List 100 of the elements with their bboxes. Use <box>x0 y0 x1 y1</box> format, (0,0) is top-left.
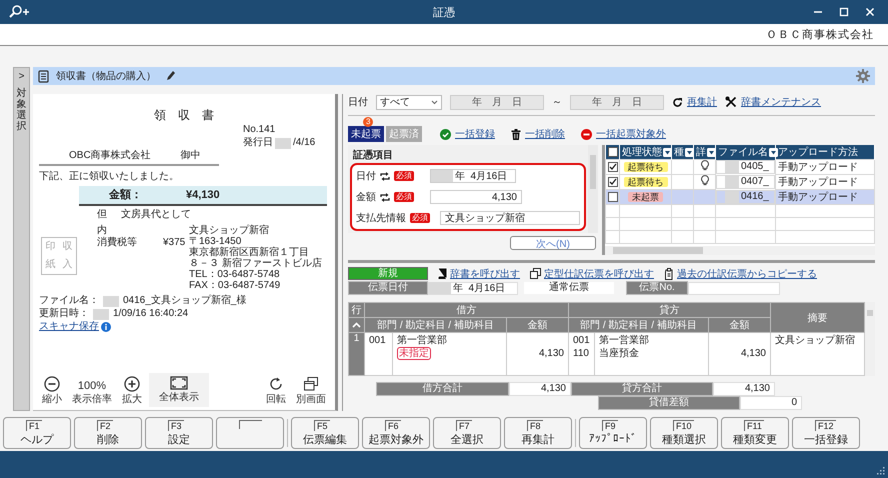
column-header: 部門 / 勘定科目 / 補助科目 <box>364 318 506 332</box>
column-header: 金額 <box>708 318 770 332</box>
pen-icon[interactable] <box>166 70 176 82</box>
date-from-field[interactable]: 年 月 日 <box>450 94 544 110</box>
file-name: 0416_文具ショップ新宿_様 <box>123 295 246 307</box>
status-tab[interactable]: 未起票 <box>348 126 384 142</box>
required-badge: 必須 <box>410 213 430 223</box>
zoom-in-button[interactable]: 拡大 <box>119 375 145 407</box>
row-number: 1 <box>348 332 364 376</box>
settings-icon[interactable] <box>856 69 870 83</box>
masked-area <box>93 308 109 320</box>
bulk-action-link[interactable]: 一括起票対象外 <box>581 127 666 141</box>
minimize-icon <box>814 11 822 13</box>
zoom-level: 100% <box>78 380 106 392</box>
note-prefix: 但 <box>97 209 107 221</box>
scrollbar[interactable] <box>605 246 875 255</box>
status-tag: 起票待ち <box>624 176 668 186</box>
swap-arrows-icon[interactable] <box>380 192 390 202</box>
issue-date-label: 発行日 <box>243 137 273 149</box>
count-badge: 3 <box>363 117 374 127</box>
addressee: OBC商事株式会社 <box>69 150 151 162</box>
issuer-line: 東京都新宿区西新宿１丁目 <box>189 247 310 258</box>
bulk-action-link[interactable]: 一括登録 <box>440 127 495 141</box>
issuer-line: TEL：03-6487-5748 <box>189 269 281 280</box>
masked-area <box>429 282 451 294</box>
stamp-character: 入 <box>62 259 72 271</box>
info-icon[interactable] <box>101 322 111 332</box>
breakdown-label: 内 <box>97 225 108 236</box>
side-tab[interactable]: > 対象選択 <box>13 67 30 411</box>
copy-icon <box>530 268 541 279</box>
column-header: 行 <box>348 302 364 318</box>
window-title: 証憑 <box>433 6 455 20</box>
column-header: 摘要 <box>770 302 865 332</box>
checkbox[interactable] <box>608 146 618 157</box>
maximize-icon <box>839 7 849 17</box>
table-cell: 4,130 <box>740 348 766 359</box>
table-cell: 文具ショップ新宿 <box>775 335 855 346</box>
slip-number-field[interactable] <box>688 282 780 294</box>
column-header[interactable]: ファイル名 <box>716 145 776 160</box>
stamp-character: 印 <box>46 241 56 253</box>
chevron-up-icon[interactable] <box>352 322 361 328</box>
field-label: 伝票日付 <box>348 281 428 295</box>
table-cell: 110 <box>573 348 589 359</box>
checkbox[interactable] <box>608 162 618 172</box>
function-key-button[interactable]: F7 全選択 <box>433 417 501 449</box>
column-header[interactable]: アップロード方法 <box>776 145 874 160</box>
caret-icon <box>431 100 438 104</box>
payee-field[interactable]: 文具ショップ新宿 <box>440 211 580 225</box>
function-key-button[interactable]: F9 ｱｯﾌﾟﾛｰﾄﾞ <box>579 417 647 449</box>
next-button[interactable]: 次へ(N) <box>510 236 596 250</box>
period-dropdown[interactable]: すべて <box>376 94 442 110</box>
column-header: 借方 <box>364 302 568 318</box>
column-header[interactable]: 処理状態 <box>620 145 672 160</box>
swap-arrows-icon[interactable] <box>380 172 390 180</box>
filter-dropdown-icon[interactable] <box>769 148 778 157</box>
window-button[interactable]: 別画面 <box>293 375 329 407</box>
column-header: 貸方 <box>568 302 770 318</box>
table-cell: 0416_ <box>741 191 769 202</box>
function-key-button[interactable]: F2 削除 <box>74 417 142 449</box>
checkbox[interactable] <box>608 176 618 187</box>
column-header[interactable] <box>606 145 620 160</box>
close-icon <box>865 7 875 17</box>
function-key-button[interactable]: F3 設定 <box>145 417 213 449</box>
stamp-character: 紙 <box>46 259 56 271</box>
recalculate-link[interactable]: 再集計 <box>672 95 717 109</box>
amount-field[interactable]: 4,130 <box>430 190 522 204</box>
filter-dropdown-icon[interactable] <box>663 148 672 156</box>
rotate-button[interactable]: 回転 <box>263 375 289 407</box>
total-value: 4,130 <box>509 382 571 396</box>
table-cell: 当座預金 <box>599 348 639 359</box>
function-key-button[interactable] <box>216 417 284 449</box>
table-cell: 第一営業部 <box>397 335 447 346</box>
scrollbar[interactable] <box>865 302 875 376</box>
function-key-button[interactable]: F5 伝票編集 <box>291 417 359 449</box>
required-badge: 必須 <box>394 171 414 181</box>
function-key-button[interactable]: F10 種類選択 <box>650 417 718 449</box>
scrollbar[interactable] <box>588 145 598 233</box>
updated-label: 更新日時： <box>39 308 89 320</box>
function-key-button[interactable]: F12 一括登録 <box>792 417 860 449</box>
checkbox[interactable] <box>608 192 618 202</box>
total-label: 借方合計 <box>376 382 509 396</box>
zoom-out-button[interactable]: 縮小 <box>39 375 65 407</box>
date-filter-label: 日付 <box>348 96 368 109</box>
dictionary-maintenance-link[interactable]: 辞書メンテナンス <box>725 95 821 109</box>
function-key-button[interactable]: F6 起票対象外 <box>362 417 430 449</box>
function-key-button[interactable]: F1 ヘルプ <box>3 417 71 449</box>
function-key-button[interactable]: F8 再集計 <box>504 417 572 449</box>
filter-dropdown-icon[interactable] <box>685 148 694 156</box>
scanner-storage-link[interactable]: スキャナ保存 <box>39 321 99 333</box>
status-tag: 未起票 <box>628 192 663 202</box>
search-plus-icon[interactable] <box>8 5 30 19</box>
date-to-field[interactable]: 年 月 日 <box>570 94 664 110</box>
resize-grip-icon[interactable] <box>877 467 885 475</box>
function-key-button[interactable]: F11 種類変更 <box>721 417 789 449</box>
bulk-action-link[interactable]: 一括削除 <box>511 127 565 141</box>
slip-date-field[interactable]: 年 4月16日 <box>428 282 518 294</box>
filter-dropdown-icon[interactable] <box>707 148 716 156</box>
updated-time: 1/09/16 16:40:24 <box>113 308 188 320</box>
fit-button[interactable]: 全体表示 <box>149 373 209 407</box>
date-field[interactable]: 年 4月16日 <box>430 169 516 183</box>
